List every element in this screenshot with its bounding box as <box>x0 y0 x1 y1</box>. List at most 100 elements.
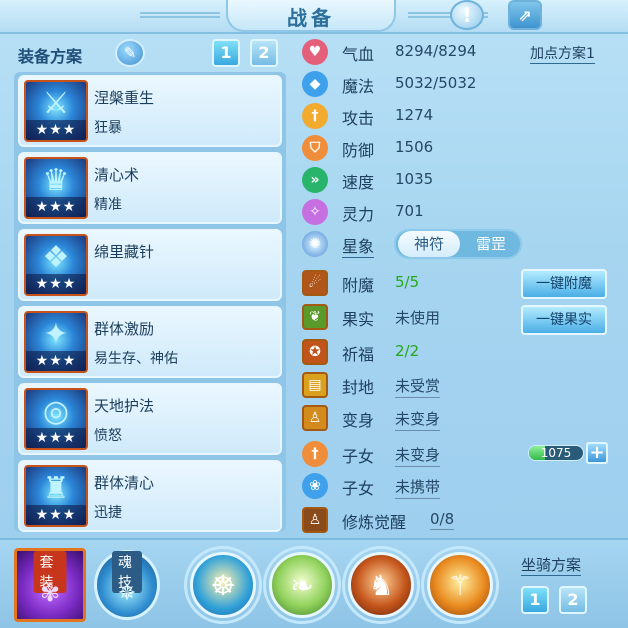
equipment-name: 绵里藏针 <box>94 243 155 261</box>
suit-icon: ✾ <box>39 579 61 607</box>
mount-plan-2-button[interactable]: 2 <box>559 586 587 614</box>
awaken-value[interactable]: 0/8 <box>430 510 455 530</box>
equipment-thumb: ◎ ★★★ <box>24 388 88 450</box>
monk-icon: ☸ <box>210 568 236 602</box>
mount-plan-1-button[interactable]: 1 <box>521 586 549 614</box>
toggle-option-leigang[interactable]: 雷罡 <box>460 231 522 257</box>
one-click-enchant-button[interactable]: 一键附魔 <box>521 269 607 299</box>
child-exp-bar: 1075 <box>528 445 584 461</box>
equipment-effect: 愤怒 <box>94 428 122 444</box>
equipment-thumb: ✦ ★★★ <box>24 311 88 373</box>
star-rating: ★★★ <box>26 197 86 217</box>
exclamation-icon: ! <box>462 3 472 27</box>
shield-icon: ⛉ <box>302 135 328 161</box>
fruit-value: 未使用 <box>395 309 441 327</box>
child1-label: 子女 <box>342 447 375 466</box>
title-plate: 战备 <box>226 0 396 32</box>
fief-label: 封地 <box>342 378 375 397</box>
equipment-card-4[interactable]: ✦ ★★★ 群体激励 易生存、神佑 <box>18 306 282 378</box>
child-transform-icon: † <box>302 441 328 467</box>
fruit-icon: ❦ <box>302 304 328 330</box>
star-rating: ★★★ <box>26 274 86 294</box>
pencil-icon: ✎ <box>123 44 137 62</box>
equipment-card-6[interactable]: ♜ ★★★ 群体清心 迅捷 <box>18 460 282 532</box>
child2-value[interactable]: 未携带 <box>395 476 441 499</box>
fief-value[interactable]: 未受赏 <box>395 375 441 398</box>
child1-value[interactable]: 未变身 <box>395 444 441 467</box>
boots-icon: ♜ <box>42 471 70 506</box>
enchant-label: 附魔 <box>342 276 375 295</box>
add-exp-button[interactable]: + <box>586 442 608 464</box>
equipment-effect: 迅捷 <box>94 505 122 521</box>
stat-spirit: ✧ 灵力 701 <box>302 197 602 227</box>
title-ornament-left <box>140 12 220 18</box>
page-title: 战备 <box>287 6 335 30</box>
equip-plan-2-button[interactable]: 2 <box>250 39 278 67</box>
stat-label: 气血 <box>342 45 375 64</box>
skill-slot-3[interactable]: ♞ <box>348 552 414 618</box>
weapon-icon: ⚔ <box>42 86 70 121</box>
transform-icon: ♙ <box>302 405 328 431</box>
enchant-icon: ☄ <box>302 270 328 296</box>
one-click-fruit-button[interactable]: 一键果实 <box>521 305 607 335</box>
stat-label: 攻击 <box>342 109 375 128</box>
equipment-card-2[interactable]: ♛ ★★★ 清心术 精准 <box>18 152 282 224</box>
stat-value: 5032/5032 <box>395 74 477 92</box>
awaken-icon: ♙ <box>302 507 328 533</box>
equipment-card-5[interactable]: ◎ ★★★ 天地护法 愤怒 <box>18 383 282 455</box>
stat-label: 速度 <box>342 173 375 192</box>
equipment-thumb: ♜ ★★★ <box>24 465 88 527</box>
transform-row: ♙ 变身 未变身 <box>302 403 602 433</box>
share-button[interactable]: ⇗ <box>508 0 542 30</box>
soul-skill-button[interactable]: 魂技 ✵ <box>94 550 160 620</box>
mount-plan-label[interactable]: 坐骑方案 <box>521 554 582 576</box>
equipment-thumb: ⚔ ★★★ <box>24 80 88 142</box>
equipment-card-1[interactable]: ⚔ ★★★ 涅槃重生 狂暴 <box>18 75 282 147</box>
edit-plan-button[interactable]: ✎ <box>115 39 145 67</box>
enchant-value: 5/5 <box>395 273 420 291</box>
skill-slot-1[interactable]: ☸ <box>190 552 256 618</box>
stat-label: 灵力 <box>342 205 375 224</box>
stat-attack: † 攻击 1274 <box>302 101 602 131</box>
awaken-row: ♙ 修炼觉醒 0/8 <box>302 505 602 535</box>
paw-icon: ❀ <box>302 473 328 499</box>
stat-value: 8294/8294 <box>395 42 477 60</box>
speed-icon: » <box>302 167 328 193</box>
constellation-label[interactable]: 星象 <box>342 233 375 258</box>
transform-value[interactable]: 未变身 <box>395 408 441 431</box>
blessing-row: ✪ 祈福 2/2 <box>302 337 602 367</box>
diamond-icon: ◆ <box>302 71 328 97</box>
stat-label: 魔法 <box>342 77 375 96</box>
sword-icon: † <box>302 103 328 129</box>
equipment-name: 群体清心 <box>94 474 155 492</box>
spirit-icon: ✧ <box>302 199 328 225</box>
stat-speed: » 速度 1035 <box>302 165 602 195</box>
star-rating: ★★★ <box>26 120 86 140</box>
equipment-thumb: ♛ ★★★ <box>24 157 88 219</box>
skill-slot-2[interactable]: ❧ <box>269 552 335 618</box>
equipment-thumb: ❖ ★★★ <box>24 234 88 296</box>
help-button[interactable]: ! <box>450 0 484 30</box>
stat-label: 防御 <box>342 141 375 160</box>
skill-slot-4[interactable]: ⚚ <box>427 552 493 618</box>
blessing-value: 2/2 <box>395 342 420 360</box>
star-rating: ★★★ <box>26 428 86 448</box>
equipment-effect: 狂暴 <box>94 120 122 136</box>
equipment-name: 天地护法 <box>94 397 155 415</box>
star-icon: ✺ <box>302 231 328 257</box>
title-bar: 战备 ! ⇗ <box>0 0 628 34</box>
suit-button[interactable]: 套装 ✾ <box>14 548 86 622</box>
stat-value: 701 <box>395 202 424 220</box>
stat-value: 1274 <box>395 106 434 124</box>
constellation-toggle[interactable]: 神符 雷罡 <box>394 229 522 259</box>
equipment-name: 群体激励 <box>94 320 155 338</box>
equipment-card-3[interactable]: ❖ ★★★ 绵里藏针 <box>18 229 282 301</box>
helmet-icon: ♛ <box>42 163 70 198</box>
equipment-name: 清心术 <box>94 166 140 184</box>
toggle-option-shenfu[interactable]: 神符 <box>398 231 460 257</box>
equip-plan-1-button[interactable]: 1 <box>212 39 240 67</box>
soul-skill-icon: ✵ <box>117 581 137 606</box>
equip-plan-header: 装备方案 ✎ 1 2 <box>14 38 286 68</box>
heart-icon: ♥ <box>302 39 328 65</box>
necklace-icon: ❖ <box>42 240 70 275</box>
